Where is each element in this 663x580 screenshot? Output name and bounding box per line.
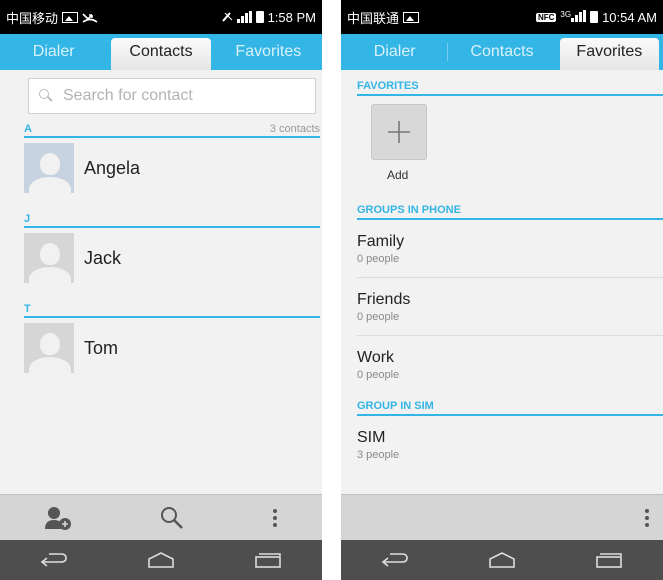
contact-name: Tom	[84, 337, 119, 358]
favorites-screen: 中国联通 NFC 3G 10:54 AM Dialer Contacts Fav…	[341, 0, 663, 580]
carrier-label: 中国联通	[347, 10, 400, 26]
section-header-t: T	[24, 300, 320, 318]
image-notification-icon	[403, 11, 420, 23]
group-name: Work	[357, 349, 395, 366]
tab-bar: Dialer Contacts Favorites	[341, 34, 663, 70]
section-letter: J	[24, 213, 31, 225]
missed-call-icon	[82, 13, 98, 23]
action-bar	[0, 494, 322, 540]
group-name: Family	[357, 232, 405, 250]
add-label: Add	[387, 168, 409, 182]
overflow-menu-icon[interactable]	[271, 507, 279, 529]
search-placeholder: Search for contact	[63, 87, 193, 104]
contacts-count: 3 contacts	[269, 123, 320, 135]
action-bar	[341, 494, 663, 540]
image-notification-icon	[62, 11, 79, 23]
tab-label: Favorites	[235, 43, 302, 60]
avatar	[24, 143, 74, 193]
section-letter: T	[24, 303, 31, 315]
battery-icon	[255, 11, 264, 23]
tab-bar: Dialer Contacts Favorites	[0, 34, 322, 70]
tab-label: Dialer	[32, 43, 75, 60]
nfc-icon: NFC	[535, 12, 557, 22]
clock: 10:54 AM	[602, 9, 657, 25]
navigation-bar	[341, 540, 663, 580]
back-icon[interactable]	[39, 552, 69, 568]
home-icon[interactable]	[146, 551, 176, 569]
tab-dialer[interactable]: Dialer	[0, 34, 107, 70]
group-name: SIM	[357, 429, 386, 446]
add-favorite-button[interactable]	[371, 104, 427, 160]
group-count: 0 people	[357, 310, 400, 323]
section-header-group-in-sim: GROUP IN SIM	[357, 394, 663, 416]
tab-contacts[interactable]: Contacts	[107, 34, 214, 70]
section-header-a: A 3 contacts	[24, 120, 320, 138]
section-letter: A	[24, 123, 32, 135]
avatar	[24, 323, 74, 373]
contacts-screen: 中国移动 1:58 PM Dialer Contacts Favorites S…	[0, 0, 322, 580]
contact-name: Angela	[84, 157, 141, 178]
tab-label: Favorites	[576, 43, 643, 60]
tab-label: Dialer	[373, 43, 416, 60]
tab-favorites[interactable]: Favorites	[556, 34, 663, 70]
section-header-j: J	[24, 210, 320, 228]
plus-icon	[388, 121, 410, 143]
group-item-family[interactable]: Family 0 people	[357, 220, 663, 278]
avatar	[24, 233, 74, 283]
group-name: Friends	[357, 290, 411, 308]
signal-icon	[236, 11, 252, 23]
battery-icon	[590, 11, 599, 23]
add-contact-icon[interactable]	[43, 505, 73, 531]
contact-item-jack[interactable]: Jack	[24, 228, 322, 288]
group-count: 3 people	[357, 449, 400, 461]
group-item-friends[interactable]: Friends 0 people	[357, 278, 663, 336]
search-icon[interactable]	[159, 505, 185, 531]
contact-name: Jack	[84, 247, 122, 268]
group-item-work[interactable]: Work 0 people	[357, 336, 663, 394]
group-item-sim[interactable]: SIM 3 people	[357, 416, 663, 474]
group-count: 0 people	[357, 252, 400, 265]
carrier-label: 中国移动	[6, 10, 59, 26]
tab-dialer[interactable]: Dialer	[341, 34, 448, 70]
recent-apps-icon[interactable]	[253, 551, 283, 569]
tab-favorites[interactable]: Favorites	[215, 34, 322, 70]
contact-item-angela[interactable]: Angela	[24, 138, 322, 198]
signal-icon	[571, 9, 587, 22]
contact-item-tom[interactable]: Tom	[24, 318, 322, 378]
search-icon	[39, 89, 53, 103]
tab-contacts[interactable]: Contacts	[448, 34, 555, 70]
overflow-menu-icon[interactable]	[643, 507, 651, 529]
tab-label: Contacts	[470, 43, 534, 60]
home-icon[interactable]	[487, 551, 517, 569]
network-type: 3G	[560, 9, 572, 19]
navigation-bar	[0, 540, 322, 580]
status-bar: 中国联通 NFC 3G 10:54 AM	[341, 0, 663, 34]
status-bar: 中国移动 1:58 PM	[0, 0, 322, 34]
search-input[interactable]: Search for contact	[28, 78, 316, 114]
section-header-groups-in-phone: GROUPS IN PHONE	[357, 198, 663, 220]
section-header-favorites: FAVORITES	[357, 74, 663, 96]
back-icon[interactable]	[380, 552, 410, 568]
group-count: 0 people	[357, 369, 400, 381]
recent-apps-icon[interactable]	[594, 551, 624, 569]
tab-label: Contacts	[129, 43, 193, 60]
vibrate-icon	[221, 12, 232, 22]
clock: 1:58 PM	[267, 9, 316, 25]
